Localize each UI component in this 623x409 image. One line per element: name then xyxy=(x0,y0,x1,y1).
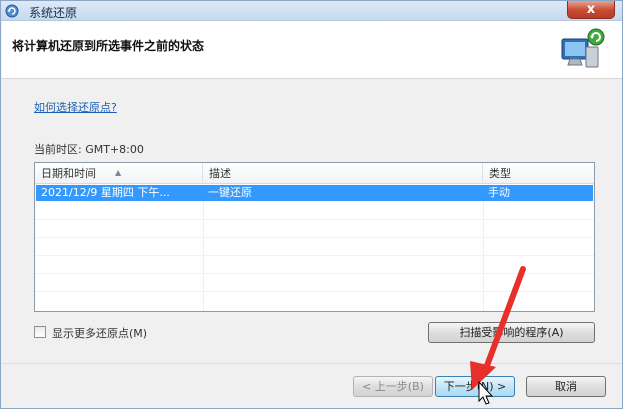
next-button[interactable]: 下一步(N) > xyxy=(435,376,515,397)
close-icon: x xyxy=(586,2,596,17)
column-description[interactable]: 描述 xyxy=(203,163,483,184)
grid-divider xyxy=(35,291,594,292)
page-title: 将计算机还原到所选事件之前的状态 xyxy=(12,39,205,53)
column-type-label: 类型 xyxy=(489,167,511,180)
restore-point-list[interactable]: 日期和时间 ▲ 描述 类型 2021/12/9 星期四 下午... 一键还原 手… xyxy=(34,162,595,312)
column-description-label: 描述 xyxy=(209,167,231,180)
column-datetime-label: 日期和时间 xyxy=(41,167,96,180)
grid-divider xyxy=(35,255,594,256)
show-more-label[interactable]: 显示更多还原点(M) xyxy=(52,325,147,341)
window-title: 系统还原 xyxy=(29,6,78,20)
computer-restore-icon xyxy=(561,28,605,68)
row-datetime: 2021/12/9 星期四 下午... xyxy=(41,186,170,199)
column-datetime[interactable]: 日期和时间 ▲ xyxy=(35,163,203,184)
back-button[interactable]: < 上一步(B) xyxy=(353,376,433,397)
title-bar[interactable]: 系统还原 x xyxy=(1,1,622,21)
close-button[interactable]: x xyxy=(567,1,615,19)
grid-divider xyxy=(35,273,594,274)
list-header: 日期和时间 ▲ 描述 类型 xyxy=(35,163,594,184)
table-row[interactable]: 2021/12/9 星期四 下午... 一键还原 手动 xyxy=(36,185,593,201)
grid-divider xyxy=(35,219,594,220)
cancel-button[interactable]: 取消 xyxy=(526,376,606,397)
wizard-header: 将计算机还原到所选事件之前的状态 xyxy=(2,21,622,79)
sort-arrow-icon: ▲ xyxy=(115,168,122,177)
show-more-checkbox[interactable] xyxy=(34,326,46,338)
row-type: 手动 xyxy=(488,186,510,199)
row-description: 一键还原 xyxy=(208,186,252,199)
grid-divider xyxy=(35,237,594,238)
timezone-label: 当前时区: GMT+8:00 xyxy=(34,143,144,156)
system-restore-icon xyxy=(5,4,19,18)
column-type[interactable]: 类型 xyxy=(483,163,594,184)
scan-affected-programs-button[interactable]: 扫描受影响的程序(A) xyxy=(428,322,595,343)
footer-divider xyxy=(2,363,622,364)
system-restore-window: 系统还原 x 将计算机还原到所选事件之前的状态 如何选择还原点? 当前时区: G… xyxy=(0,0,623,409)
help-link[interactable]: 如何选择还原点? xyxy=(34,99,117,115)
